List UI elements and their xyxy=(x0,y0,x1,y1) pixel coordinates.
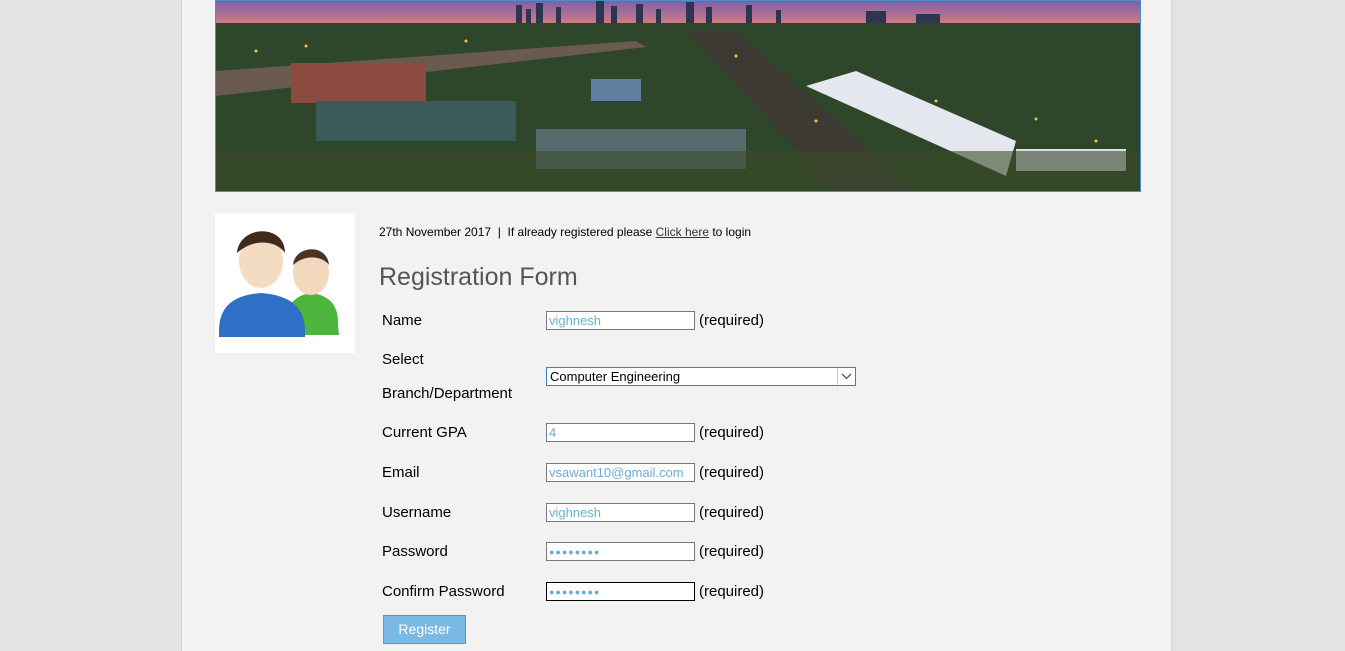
chevron-down-icon[interactable] xyxy=(837,368,855,385)
branch-selected-value: Computer Engineering xyxy=(550,369,681,384)
users-avatar-icon xyxy=(215,213,355,353)
current-date: 27th November 2017 xyxy=(379,225,492,239)
city-banner-image xyxy=(215,0,1141,192)
password-required-text: (required) xyxy=(699,543,765,560)
branch-label-line2: Branch/Department xyxy=(382,385,513,402)
email-required-text: (required) xyxy=(699,464,765,481)
name-required-text: (required) xyxy=(699,312,765,329)
email-label: Email xyxy=(382,464,420,481)
password-label: Password xyxy=(382,543,448,560)
login-link[interactable]: Click here xyxy=(656,225,709,239)
username-label: Username xyxy=(382,504,452,521)
gpa-input[interactable]: 4 xyxy=(546,423,695,442)
login-prompt-suffix: to login xyxy=(712,225,752,239)
separator: | xyxy=(497,225,501,239)
confirm-password-required-text: (required) xyxy=(699,583,765,600)
username-input[interactable]: vighnesh xyxy=(546,503,695,522)
branch-label-line1: Select xyxy=(382,351,424,368)
gpa-required-text: (required) xyxy=(699,424,765,441)
header-info-line: 27th November 2017 | If already register… xyxy=(379,225,751,239)
name-label: Name xyxy=(382,312,423,329)
username-required-text: (required) xyxy=(699,504,765,521)
name-input[interactable]: vighnesh xyxy=(546,311,695,330)
page-container: 27th November 2017 | If already register… xyxy=(181,0,1172,651)
branch-select[interactable]: Computer Engineering xyxy=(546,367,856,386)
email-input[interactable]: vsawant10@gmail.com xyxy=(546,463,695,482)
register-button[interactable]: Register xyxy=(383,615,466,644)
login-prompt-prefix: If already registered please xyxy=(507,225,653,239)
password-input[interactable]: ●●●●●●●● xyxy=(546,542,695,561)
confirm-password-label: Confirm Password xyxy=(382,583,505,600)
confirm-password-input[interactable]: ●●●●●●●● xyxy=(546,582,695,601)
gpa-label: Current GPA xyxy=(382,424,467,441)
page-title: Registration Form xyxy=(379,263,578,291)
